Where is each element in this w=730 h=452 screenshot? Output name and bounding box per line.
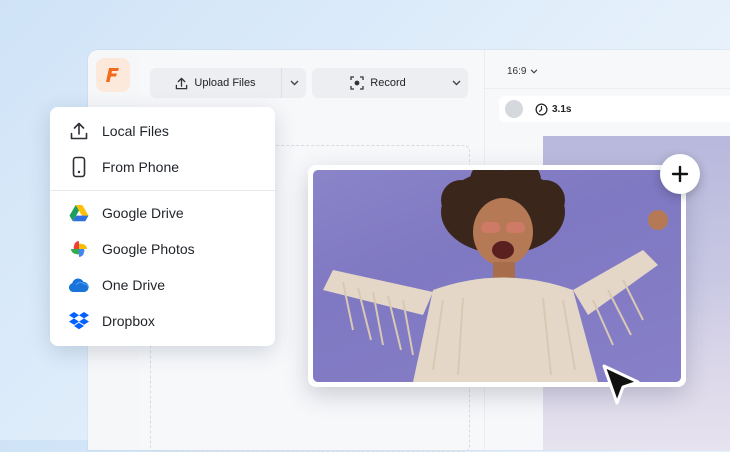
dropbox-icon bbox=[68, 310, 90, 332]
google-drive-icon bbox=[68, 202, 90, 224]
upload-files-button[interactable]: Upload Files bbox=[150, 68, 306, 98]
clip-duration[interactable]: 3.1s bbox=[535, 103, 571, 116]
upload-files-label: Upload Files bbox=[194, 77, 256, 89]
media-thumbnail bbox=[313, 170, 681, 382]
menu-item-local-files[interactable]: Local Files bbox=[50, 113, 275, 149]
upload-icon bbox=[176, 77, 188, 89]
chevron-down-icon bbox=[452, 80, 460, 86]
clip-toolbar: 3.1s bbox=[499, 96, 730, 122]
chevron-down-icon bbox=[290, 80, 298, 86]
onedrive-icon bbox=[68, 274, 90, 296]
menu-item-google-drive[interactable]: Google Drive bbox=[50, 195, 275, 231]
menu-item-dropbox[interactable]: Dropbox bbox=[50, 303, 275, 339]
duration-value: 3.1s bbox=[552, 103, 572, 115]
app-logo[interactable] bbox=[96, 58, 130, 92]
menu-item-google-photos[interactable]: Google Photos bbox=[50, 231, 275, 267]
aspect-ratio-select[interactable]: 16:9 bbox=[507, 66, 538, 77]
menu-item-label: One Drive bbox=[102, 277, 166, 293]
upload-icon bbox=[68, 120, 90, 142]
menu-item-label: Google Photos bbox=[102, 241, 195, 257]
color-swatch[interactable] bbox=[505, 100, 523, 118]
mouse-cursor-icon bbox=[602, 364, 640, 405]
media-thumbnail-card[interactable] bbox=[308, 165, 686, 387]
record-button[interactable]: Record bbox=[312, 68, 468, 98]
menu-divider bbox=[50, 190, 275, 191]
upload-source-menu: Local Files From Phone Google Drive Goog… bbox=[50, 107, 275, 346]
plus-icon bbox=[671, 165, 689, 183]
divider bbox=[485, 88, 730, 89]
add-media-button[interactable] bbox=[660, 154, 700, 194]
upload-options-dropdown[interactable] bbox=[281, 68, 306, 98]
aspect-ratio-value: 16:9 bbox=[507, 66, 527, 77]
chevron-down-icon bbox=[531, 69, 538, 74]
photo-illustration bbox=[323, 170, 668, 382]
menu-item-label: Dropbox bbox=[102, 313, 155, 329]
record-options-dropdown[interactable] bbox=[444, 68, 468, 98]
google-photos-icon bbox=[68, 238, 90, 260]
record-icon bbox=[350, 76, 364, 90]
menu-item-label: From Phone bbox=[102, 159, 180, 175]
menu-item-from-phone[interactable]: From Phone bbox=[50, 149, 275, 185]
menu-item-label: Local Files bbox=[102, 123, 169, 139]
logo-icon bbox=[106, 68, 119, 82]
record-label: Record bbox=[370, 77, 406, 89]
menu-item-one-drive[interactable]: One Drive bbox=[50, 267, 275, 303]
clock-icon bbox=[535, 103, 548, 115]
menu-item-label: Google Drive bbox=[102, 205, 184, 221]
phone-icon bbox=[68, 156, 90, 178]
